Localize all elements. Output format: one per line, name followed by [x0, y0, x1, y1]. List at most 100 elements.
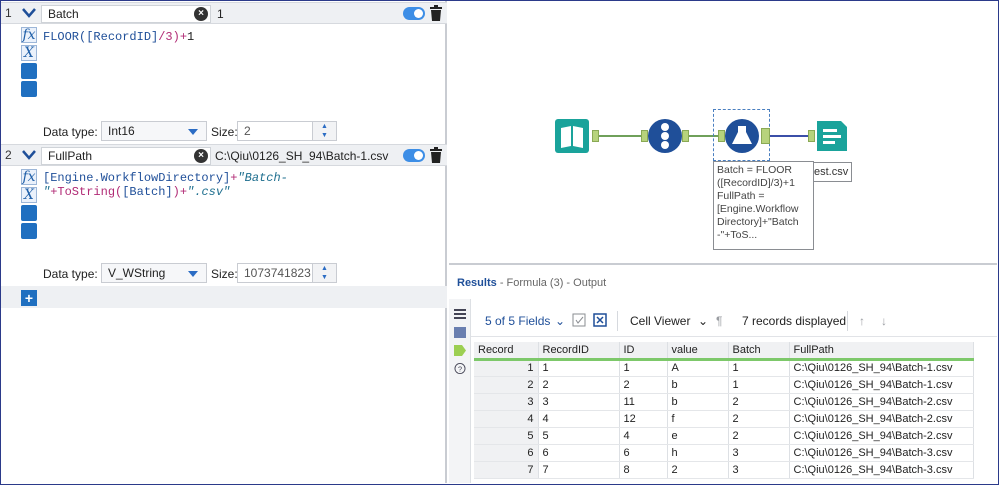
table-cell[interactable]: C:\Qiu\0126_SH_94\Batch-2.csv: [789, 393, 974, 411]
size-stepper[interactable]: ▲ ▼: [312, 122, 336, 140]
output-anchor[interactable]: [592, 130, 599, 142]
fields-selector[interactable]: 5 of 5 Fields: [485, 314, 550, 328]
size-stepper[interactable]: ▲ ▼: [312, 264, 336, 282]
table-cell[interactable]: 2: [538, 376, 620, 394]
variable-icon[interactable]: X: [21, 45, 37, 61]
table-cell[interactable]: 2: [619, 376, 668, 394]
column-header[interactable]: Batch: [728, 342, 790, 361]
input-tool-icon[interactable]: [555, 119, 589, 153]
column-header[interactable]: Record: [474, 342, 539, 361]
record-cell[interactable]: 1: [474, 359, 539, 377]
table-cell[interactable]: 3: [728, 444, 790, 462]
arrow-up-icon[interactable]: ↑: [859, 314, 865, 328]
save-icon[interactable]: [21, 81, 37, 97]
folder-icon[interactable]: [21, 63, 37, 79]
function-icon[interactable]: fx: [21, 27, 37, 43]
record-id-tool-icon[interactable]: [648, 119, 682, 153]
output-field-name[interactable]: FullPath: [41, 147, 211, 165]
arrow-down-icon[interactable]: ↓: [881, 314, 887, 328]
formula-expression-1[interactable]: FLOOR([RecordID]/3)+1: [43, 30, 194, 44]
table-cell[interactable]: b: [667, 376, 729, 394]
table-cell[interactable]: 1: [619, 359, 668, 377]
table-cell[interactable]: 1: [728, 359, 790, 377]
table-cell[interactable]: 11: [619, 393, 668, 411]
record-cell[interactable]: 5: [474, 427, 539, 445]
help-icon[interactable]: ?: [454, 363, 466, 374]
trash-icon[interactable]: [429, 5, 443, 22]
table-cell[interactable]: 2: [667, 461, 729, 479]
table-cell[interactable]: 3: [538, 393, 620, 411]
table-cell[interactable]: 3: [728, 461, 790, 479]
cell-viewer-dropdown[interactable]: Cell Viewer: [630, 314, 690, 328]
output-field-name[interactable]: Batch: [41, 5, 211, 23]
size-input[interactable]: 1073741823 ▲ ▼: [237, 263, 337, 283]
table-cell[interactable]: f: [667, 410, 729, 428]
table-cell[interactable]: 2: [728, 427, 790, 445]
data-tag-icon[interactable]: [454, 345, 466, 356]
output-tool-icon[interactable]: [815, 119, 849, 153]
add-formula-button[interactable]: +: [21, 290, 37, 306]
record-cell[interactable]: 4: [474, 410, 539, 428]
table-cell[interactable]: C:\Qiu\0126_SH_94\Batch-1.csv: [789, 376, 974, 394]
table-cell[interactable]: C:\Qiu\0126_SH_94\Batch-2.csv: [789, 410, 974, 428]
column-header[interactable]: value: [667, 342, 729, 361]
table-cell[interactable]: 6: [619, 444, 668, 462]
clear-icon[interactable]: ×: [194, 149, 208, 163]
formula-toggle[interactable]: [403, 149, 425, 162]
clear-icon[interactable]: ×: [194, 7, 208, 21]
table-cell[interactable]: 8: [619, 461, 668, 479]
edit-icon[interactable]: [572, 313, 586, 327]
input-anchor[interactable]: [641, 130, 648, 142]
table-cell[interactable]: A: [667, 359, 729, 377]
close-icon[interactable]: [593, 313, 607, 327]
output-anchor[interactable]: [682, 130, 689, 142]
chevron-down-icon[interactable]: [19, 5, 39, 21]
table-cell[interactable]: e: [667, 427, 729, 445]
chevron-down-icon[interactable]: ⌄: [555, 314, 565, 328]
table-cell[interactable]: 6: [538, 444, 620, 462]
metadata-icon[interactable]: [454, 327, 466, 338]
table-cell[interactable]: C:\Qiu\0126_SH_94\Batch-3.csv: [789, 444, 974, 462]
table-cell[interactable]: C:\Qiu\0126_SH_94\Batch-3.csv: [789, 461, 974, 479]
table-cell[interactable]: 1: [728, 376, 790, 394]
table-cell[interactable]: 12: [619, 410, 668, 428]
formula-toggle[interactable]: [403, 7, 425, 20]
table-cell[interactable]: b: [667, 393, 729, 411]
input-anchor[interactable]: [718, 130, 725, 142]
record-cell[interactable]: 2: [474, 376, 539, 394]
column-header[interactable]: FullPath: [789, 342, 974, 361]
formula-tool-icon[interactable]: [725, 119, 759, 153]
input-anchor[interactable]: [808, 130, 815, 142]
table-cell[interactable]: 4: [538, 410, 620, 428]
size-input[interactable]: 2 ▲ ▼: [237, 121, 337, 141]
table-cell[interactable]: 4: [619, 427, 668, 445]
chevron-down-icon[interactable]: ⌄: [698, 314, 708, 328]
table-cell[interactable]: 5: [538, 427, 620, 445]
table-cell[interactable]: C:\Qiu\0126_SH_94\Batch-1.csv: [789, 359, 974, 377]
column-header[interactable]: RecordID: [538, 342, 620, 361]
folder-icon[interactable]: [21, 205, 37, 221]
record-cell[interactable]: 3: [474, 393, 539, 411]
record-cell[interactable]: 7: [474, 461, 539, 479]
table-cell[interactable]: 2: [728, 410, 790, 428]
column-header[interactable]: ID: [619, 342, 668, 361]
save-icon[interactable]: [21, 223, 37, 239]
formula-preview-value: 1: [217, 7, 224, 21]
data-type-select[interactable]: Int16: [101, 121, 207, 141]
chevron-down-icon[interactable]: [19, 147, 39, 163]
table-cell[interactable]: 7: [538, 461, 620, 479]
table-cell[interactable]: C:\Qiu\0126_SH_94\Batch-2.csv: [789, 427, 974, 445]
function-icon[interactable]: fx: [21, 169, 37, 185]
trash-icon[interactable]: [429, 147, 443, 164]
record-cell[interactable]: 6: [474, 444, 539, 462]
pilcrow-icon[interactable]: ¶: [716, 314, 722, 328]
table-cell[interactable]: 2: [728, 393, 790, 411]
variable-icon[interactable]: X: [21, 187, 37, 203]
output-anchor[interactable]: [761, 128, 770, 144]
formula-expression-2[interactable]: [Engine.WorkflowDirectory]+"Batch- "+ToS…: [43, 171, 288, 199]
data-type-select[interactable]: V_WString: [101, 263, 207, 283]
list-icon[interactable]: [454, 309, 466, 320]
table-cell[interactable]: h: [667, 444, 729, 462]
table-cell[interactable]: 1: [538, 359, 620, 377]
workflow-canvas[interactable]: est.csv Batch = FLOOR ([RecordID]/3)+1 F…: [449, 1, 997, 265]
